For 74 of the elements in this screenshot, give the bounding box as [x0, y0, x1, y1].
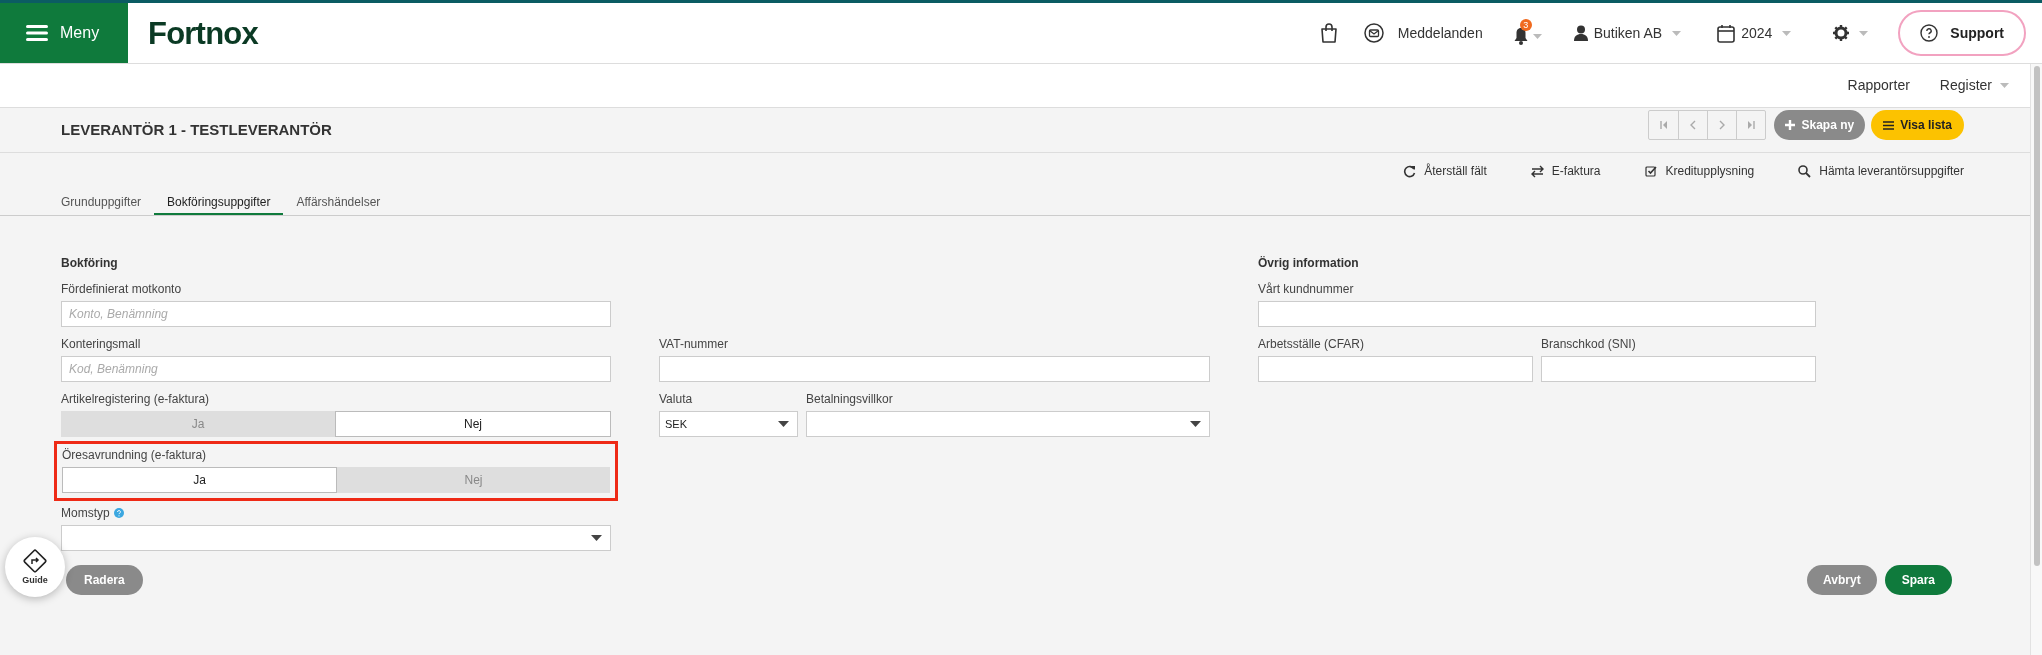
- refresh-icon: [1403, 164, 1417, 178]
- plus-icon: [1785, 120, 1796, 130]
- field-label: Vårt kundnummer: [1258, 283, 1354, 295]
- field-label: Valuta: [659, 393, 693, 405]
- envelope-icon: [1363, 23, 1384, 43]
- tab[interactable]: Affärshändelser: [283, 191, 394, 215]
- dropdown-field[interactable]: [61, 525, 611, 551]
- bell-icon: [1512, 27, 1529, 45]
- signpost-icon: [23, 549, 47, 573]
- caret-icon: [1190, 421, 1201, 427]
- caret-icon: [1859, 30, 1869, 36]
- support-button[interactable]: Support: [1898, 10, 2026, 56]
- toggle-option[interactable]: Nej: [335, 411, 611, 437]
- text-field[interactable]: [1258, 301, 1816, 327]
- text-field[interactable]: [1258, 356, 1533, 382]
- field-label: Öresavrundning (e-faktura): [62, 449, 207, 461]
- shopping-bag-icon: [1319, 23, 1338, 43]
- logo[interactable]: Fortnox: [148, 17, 258, 49]
- action-link[interactable]: E-faktura: [1530, 163, 1601, 179]
- list-button[interactable]: Visa lista: [1871, 110, 1964, 140]
- text-field[interactable]: Kod, Benämning: [61, 356, 611, 382]
- last-page-icon: [1746, 120, 1757, 130]
- nav-link[interactable]: Rapporter: [1847, 75, 1910, 96]
- section-heading: Bokföring: [61, 255, 119, 272]
- checkbox-icon: [1644, 164, 1658, 178]
- swap-arrows-icon: [1530, 164, 1544, 178]
- settings-icon: [1833, 25, 1850, 41]
- calendar-icon: [1717, 23, 1736, 43]
- first-page-icon: [1658, 120, 1669, 130]
- notification-badge: 3: [1519, 19, 1532, 31]
- messages-button[interactable]: Meddelanden: [1363, 22, 1483, 44]
- caret-icon: [591, 535, 602, 541]
- caret-icon: [2000, 83, 2009, 88]
- caret-icon: [1532, 33, 1542, 39]
- nav-link[interactable]: Register: [1939, 75, 2009, 96]
- company-menu[interactable]: Butiken AB: [1573, 22, 1682, 44]
- toggle-option[interactable]: Ja: [62, 467, 337, 493]
- save-button[interactable]: Spara: [1884, 565, 1952, 595]
- segmented-control[interactable]: Ja Nej: [62, 467, 610, 493]
- field-label: Momstyp: [61, 507, 110, 519]
- text-field[interactable]: Konto, Benämning: [61, 301, 611, 327]
- text-field[interactable]: [1541, 356, 1816, 382]
- section-heading: Övrig information: [1258, 255, 1360, 272]
- tab[interactable]: Bokföringsuppgifter: [154, 191, 284, 215]
- caret-icon: [1672, 30, 1682, 36]
- caret-icon: [778, 421, 789, 427]
- search-icon: [1798, 164, 1812, 178]
- dropdown-field[interactable]: SEK: [659, 411, 798, 437]
- field-label: Betalningsvillkor: [806, 393, 893, 405]
- help-icon: [1920, 24, 1939, 42]
- field-label: Fördefinierat motkonto: [61, 283, 182, 295]
- settings-menu[interactable]: [1833, 25, 1869, 41]
- guide-button[interactable]: Guide: [5, 537, 65, 597]
- year-menu[interactable]: 2024: [1717, 22, 1792, 44]
- field-label: Branschkod (SNI): [1541, 338, 1636, 350]
- action-link[interactable]: Återställ fält: [1403, 163, 1487, 179]
- action-link[interactable]: Hämta leverantörsuppgifter: [1798, 163, 1964, 179]
- menu-icon: [26, 24, 48, 42]
- scrollbar[interactable]: [2030, 64, 2042, 655]
- segmented-control[interactable]: Ja Nej: [61, 411, 611, 437]
- field-label: Arbetsställe (CFAR): [1258, 338, 1365, 350]
- field-label: Konteringsmall: [61, 338, 141, 350]
- menu-button[interactable]: Meny: [0, 3, 128, 63]
- page-title: LEVERANTÖR 1 - TESTLEVERANTÖR: [61, 120, 332, 140]
- caret-icon: [1782, 30, 1792, 36]
- text-field[interactable]: [659, 356, 1210, 382]
- action-link[interactable]: Kreditupplysning: [1644, 163, 1755, 179]
- pagination-bar[interactable]: [1648, 110, 1767, 140]
- dropdown-field[interactable]: [806, 411, 1210, 437]
- user-icon: [1573, 25, 1588, 41]
- field-label: Artikelregistering (e-faktura): [61, 393, 210, 405]
- tab[interactable]: Grunduppgifter: [48, 191, 155, 215]
- list-icon: [1883, 120, 1895, 130]
- field-label: VAT-nummer: [659, 338, 728, 350]
